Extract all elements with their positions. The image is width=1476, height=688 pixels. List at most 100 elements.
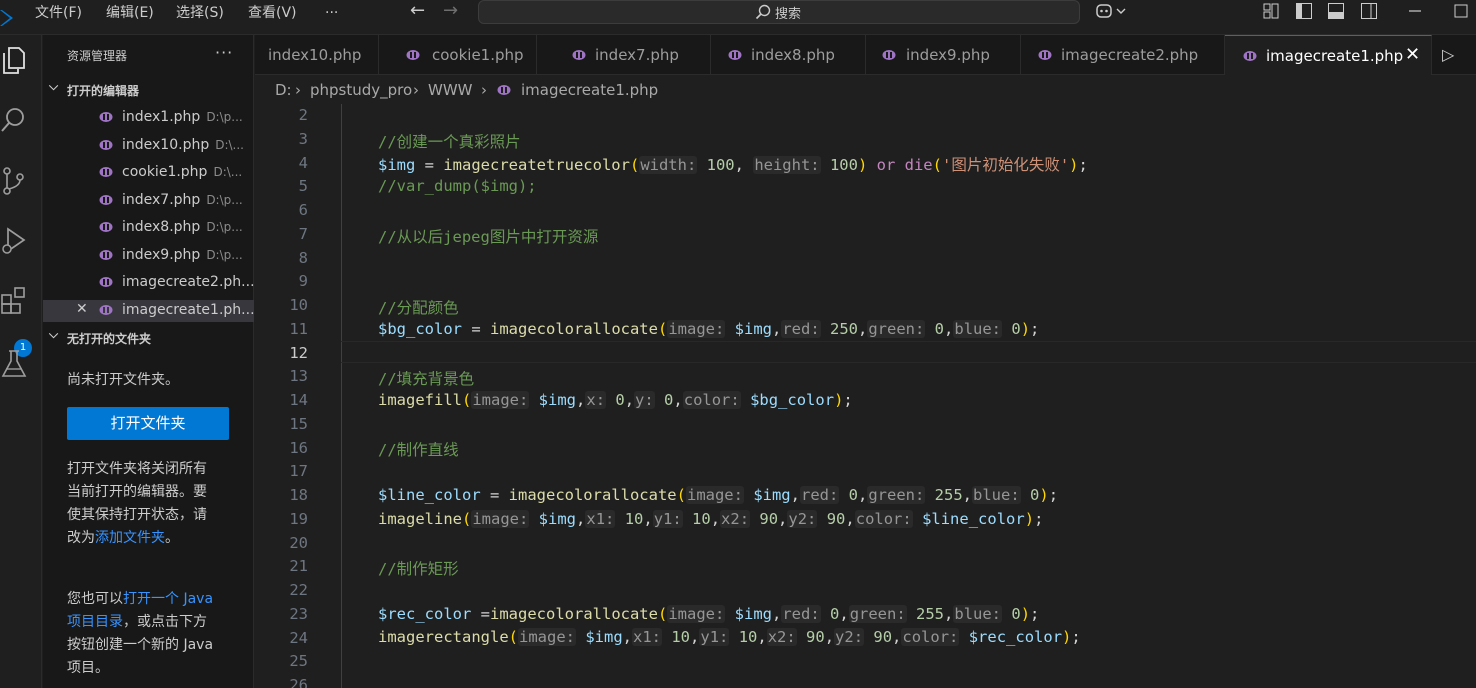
tab-imagecreate2[interactable]: imagecreate2.php (1021, 35, 1225, 75)
file-path: D:\p... (206, 220, 243, 234)
tab-imagecreate1-active[interactable]: imagecreate1.php ✕ (1225, 35, 1432, 75)
php-file-icon (406, 50, 420, 60)
explorer-sidebar: 资源管理器 ··· ⌵ 打开的编辑器 index1.php D:\p... ind… (43, 35, 254, 688)
file-path: D:\... (213, 165, 243, 179)
tab-label: cookie1.php (432, 46, 524, 64)
code-line: //var_dump($img); (378, 177, 537, 195)
php-file-icon (1243, 51, 1257, 61)
line-number: 12 (289, 343, 308, 362)
forward-arrow-icon[interactable]: → (443, 2, 458, 20)
open-editors-section[interactable]: ⌵ 打开的编辑器 (43, 79, 254, 101)
sidebar-title: 资源管理器 (67, 49, 128, 63)
tab-index7[interactable]: index7.php (537, 35, 711, 75)
line-number: 9 (298, 272, 308, 291)
line-number: 18 (289, 486, 308, 504)
open-folder-button[interactable]: 打开文件夹 (67, 407, 229, 440)
menu-view[interactable]: 查看(V) (248, 2, 297, 24)
code-line: imagerectangle(image: $img,x1: 10,y1: 10… (378, 628, 1081, 646)
menu-selection[interactable]: 选择(S) (176, 2, 224, 24)
tab-label: imagecreate1.php (1266, 47, 1404, 65)
tab-label: index9.php (906, 46, 990, 64)
code-line: imagefill(image: $img,x: 0,y: 0,color: $… (378, 391, 853, 409)
toggle-secondary-sidebar-icon[interactable] (1360, 2, 1378, 20)
toggle-primary-sidebar-icon[interactable] (1295, 2, 1313, 20)
menu-more[interactable]: ··· (325, 2, 338, 24)
copilot-icon[interactable] (1095, 2, 1129, 20)
php-file-icon (497, 85, 511, 95)
toggle-panel-icon[interactable] (1327, 2, 1345, 20)
php-file-icon (572, 50, 586, 60)
open-editors-label: 打开的编辑器 (67, 84, 140, 98)
file-name: imagecreate1.ph... (122, 302, 254, 318)
open-editor-item[interactable]: index1.php D:\p... (43, 107, 254, 129)
tab-cookie1[interactable]: cookie1.php (379, 35, 537, 75)
customize-layout-icon[interactable] (1262, 2, 1280, 20)
open-editor-item[interactable]: index10.php D:\... (43, 135, 254, 157)
title-bar: 文件(F) 编辑(E) 选择(S) 查看(V) ··· ← → 搜索 (0, 0, 1476, 35)
tab-label: index8.php (751, 46, 835, 64)
no-folder-message: 尚未打开文件夹。 (67, 372, 179, 388)
tab-label: index10.php (268, 46, 362, 64)
open-editor-item[interactable]: index8.php D:\p... (43, 217, 254, 239)
extensions-icon[interactable] (0, 285, 28, 317)
open-editor-item-active[interactable]: ✕ imagecreate1.ph... (43, 300, 254, 322)
run-debug-icon[interactable] (0, 225, 28, 257)
code-line: //从以后jepeg图片中打开资源 (378, 228, 599, 246)
breadcrumb-drive[interactable]: D: (275, 81, 292, 99)
tab-index8[interactable]: index8.php (711, 35, 866, 75)
line-number: 5 (298, 177, 308, 196)
code-line: //制作直线 (378, 441, 459, 459)
command-center-search[interactable]: 搜索 (478, 0, 1080, 24)
php-file-icon (99, 305, 113, 315)
no-folder-section[interactable]: ⌵ 无打开的文件夹 (43, 327, 254, 349)
code-editor[interactable]: 2 3 4 5 6 7 8 9 10 11 12 13 14 15 16 17 18 19 20 21 22 23 24 25… (255, 104, 1476, 688)
line-number: 7 (298, 224, 308, 243)
php-file-icon (99, 277, 113, 287)
info-text-1: 打开文件夹将关闭所有当前打开的编辑器。要使其保持打开状态，请改为添加文件夹。 (67, 461, 207, 546)
search-icon (755, 4, 771, 20)
menu-file[interactable]: 文件(F) (35, 2, 82, 24)
line-number: 6 (298, 201, 308, 219)
run-file-icon[interactable]: ▷ (1442, 45, 1454, 64)
line-number: 21 (289, 557, 308, 576)
maximize-icon[interactable] (1452, 2, 1470, 20)
search-icon[interactable] (0, 105, 28, 137)
back-arrow-icon[interactable]: ← (410, 2, 425, 20)
minimize-icon[interactable] (1406, 2, 1424, 20)
editor-tab-bar: index10.php cookie1.php index7.php index… (255, 35, 1476, 75)
open-editor-item[interactable]: imagecreate2.ph... (43, 272, 254, 294)
php-file-icon (728, 50, 742, 60)
explorer-icon[interactable] (0, 45, 28, 77)
code-line: $bg_color = imagecolorallocate(image: $i… (378, 320, 1040, 338)
open-editor-item[interactable]: cookie1.php D:\... (43, 162, 254, 184)
close-icon[interactable]: ✕ (76, 301, 88, 317)
breadcrumb-file[interactable]: imagecreate1.php (521, 81, 658, 99)
tab-index9[interactable]: index9.php (866, 35, 1021, 75)
indent-guide (341, 104, 342, 688)
code-line: //创建一个真彩照片 (378, 133, 521, 151)
close-icon[interactable]: ✕ (1405, 44, 1420, 65)
current-line-highlight (341, 341, 1476, 363)
tab-index10[interactable]: index10.php (255, 35, 379, 75)
tab-label: index7.php (595, 46, 679, 64)
file-name: index7.php (122, 192, 201, 208)
file-path: D:\p... (206, 248, 243, 262)
open-editor-item[interactable]: index9.php D:\p... (43, 245, 254, 267)
sidebar-more-button[interactable]: ··· (215, 43, 233, 62)
source-control-icon[interactable] (0, 165, 28, 197)
open-editor-item[interactable]: index7.php D:\p... (43, 190, 254, 212)
code-line: $img = imagecreatetruecolor(width: 100, … (378, 156, 1088, 174)
tab-label: imagecreate2.php (1061, 46, 1199, 64)
line-number: 26 (289, 676, 308, 688)
breadcrumb-folder[interactable]: phpstudy_pro (310, 81, 412, 99)
testing-flask-icon[interactable] (0, 348, 28, 380)
file-name: index9.php (122, 247, 201, 263)
line-number: 2 (298, 106, 308, 124)
breadcrumb-folder[interactable]: WWW (428, 81, 473, 99)
menu-edit[interactable]: 编辑(E) (106, 2, 154, 24)
file-name: index1.php (122, 109, 201, 125)
file-path: D:\p... (206, 110, 243, 124)
line-number: 22 (289, 581, 308, 599)
add-folder-link[interactable]: 添加文件夹 (95, 530, 165, 546)
line-number: 8 (298, 248, 308, 267)
